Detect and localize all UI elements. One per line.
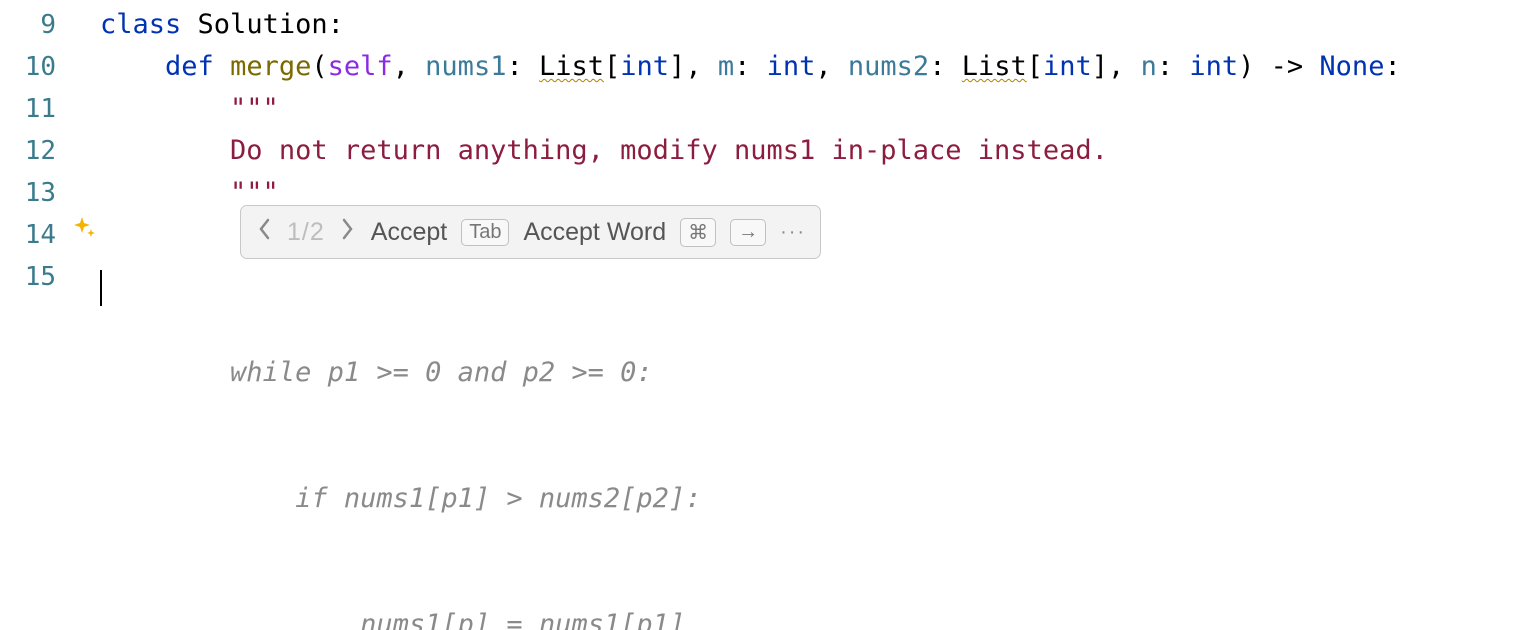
line-number: 15	[0, 256, 70, 298]
ghost-line: while p1 >= 0 and p2 >= 0:	[100, 352, 701, 394]
accept-button[interactable]: Accept	[371, 218, 447, 247]
cmd-key-icon: ⌘	[680, 218, 716, 247]
keyword-def: def	[165, 51, 214, 82]
line-number: 13	[0, 172, 70, 214]
keyword-class: class	[100, 9, 181, 40]
code-line[interactable]: Do not return anything, modify nums1 in-…	[100, 130, 1526, 172]
line-number: 9	[0, 4, 70, 46]
arrow-right-key-icon: →	[730, 219, 766, 246]
ai-suggestion-icon[interactable]	[72, 215, 96, 245]
line-number-gutter: 9 10 11 12 13 14 15	[0, 0, 70, 630]
code-line[interactable]: def merge(self, nums1: List[int], m: int…	[100, 46, 1526, 88]
next-suggestion-button[interactable]	[339, 216, 357, 248]
docstring-text: Do not return anything, modify nums1 in-…	[230, 135, 1108, 166]
param: n	[1141, 51, 1157, 82]
param: nums1	[425, 51, 506, 82]
docstring-delim: """	[230, 177, 279, 208]
docstring-delim: """	[230, 93, 279, 124]
inline-suggestion-toolbar: 1/2 Accept Tab Accept Word ⌘ → ···	[240, 205, 821, 259]
prev-suggestion-button[interactable]	[255, 216, 273, 248]
line-number: 11	[0, 88, 70, 130]
type-annotation: List	[962, 51, 1027, 82]
code-text-area[interactable]: class Solution: def merge(self, nums1: L…	[100, 0, 1526, 630]
inline-suggestion-ghost: while p1 >= 0 and p2 >= 0: if nums1[p1] …	[100, 268, 701, 630]
ghost-line: nums1[p] = nums1[p1]	[100, 604, 701, 630]
suggestion-count: 1/2	[287, 218, 325, 247]
more-actions-button[interactable]: ···	[780, 221, 806, 244]
function-name: merge	[230, 51, 311, 82]
param-self: self	[328, 51, 393, 82]
class-name: Solution	[198, 9, 328, 40]
code-editor[interactable]: 9 10 11 12 13 14 15 class Solution: def …	[0, 0, 1526, 630]
line-number: 10	[0, 46, 70, 88]
code-line[interactable]: class Solution:	[100, 4, 1526, 46]
type-annotation: List	[539, 51, 604, 82]
param: m	[718, 51, 734, 82]
code-line[interactable]: """	[100, 88, 1526, 130]
line-number: 14	[0, 214, 70, 256]
icon-gutter	[70, 0, 100, 630]
accept-shortcut-key: Tab	[461, 219, 509, 246]
param: nums2	[848, 51, 929, 82]
line-number: 12	[0, 130, 70, 172]
ghost-line: if nums1[p1] > nums2[p2]:	[100, 478, 701, 520]
accept-word-button[interactable]: Accept Word	[523, 218, 666, 247]
